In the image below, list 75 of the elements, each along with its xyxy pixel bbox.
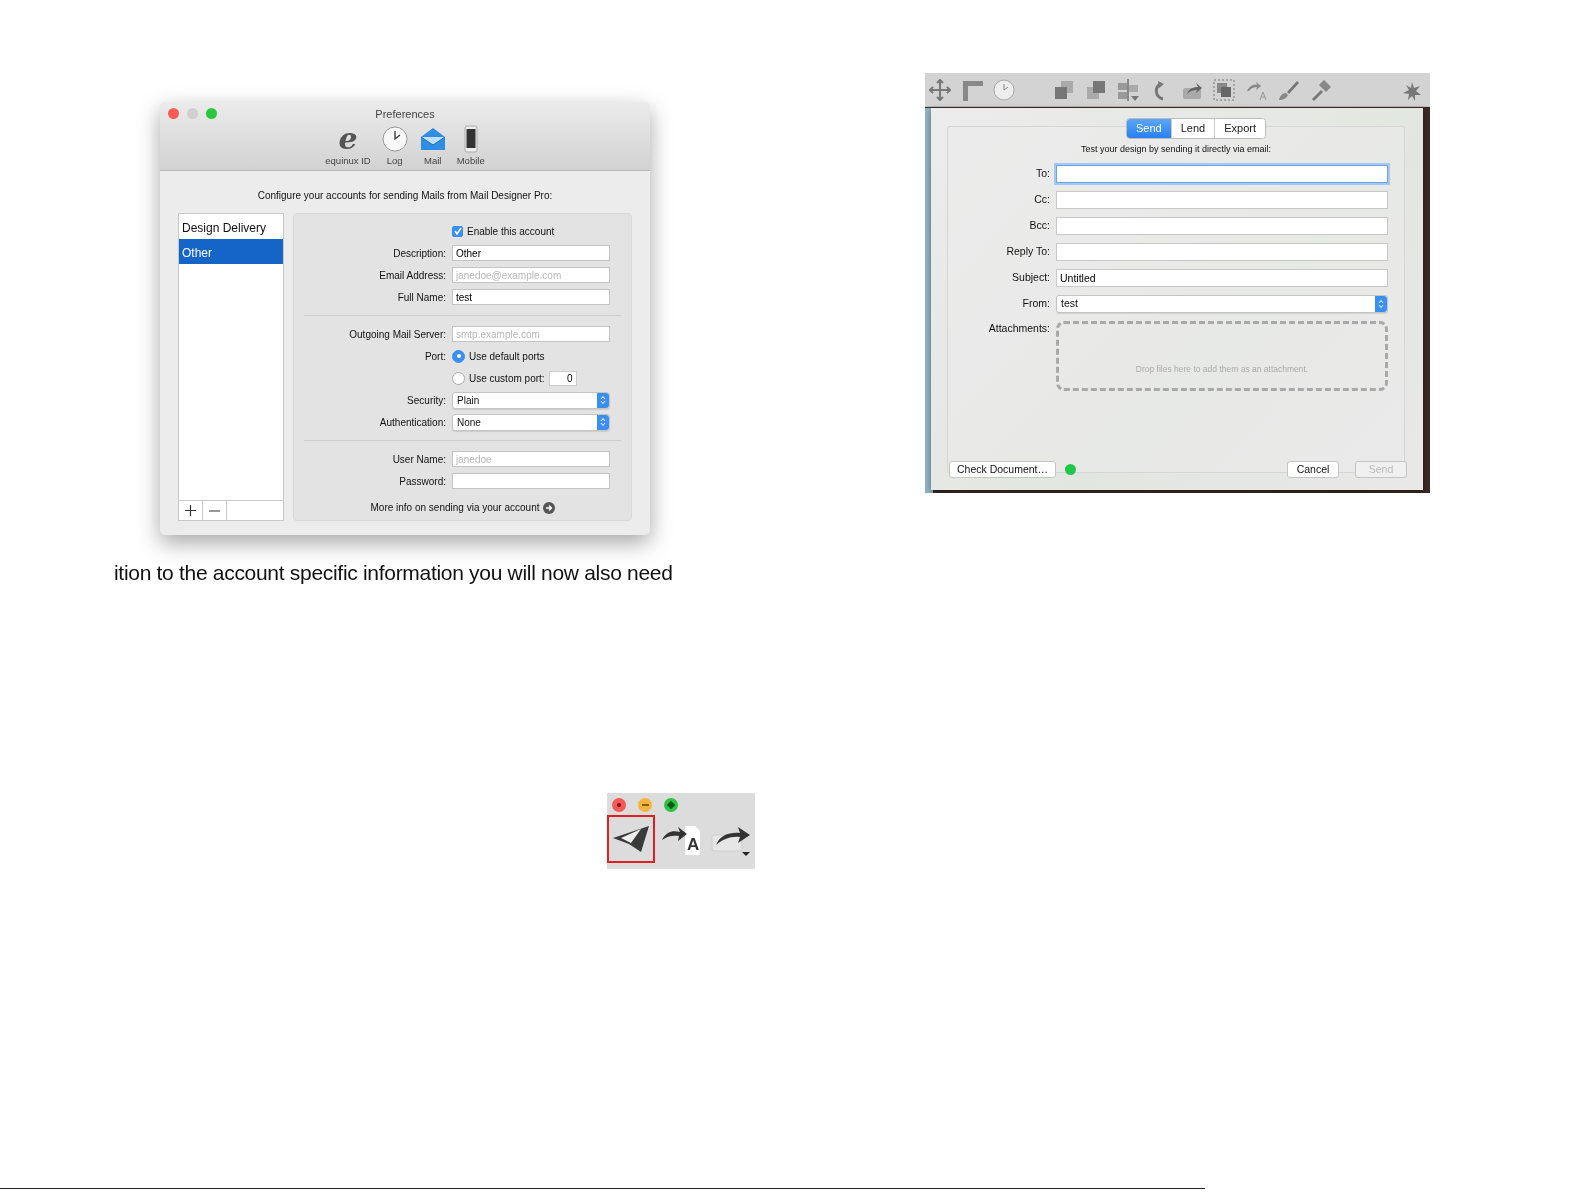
ruler-icon [961, 78, 983, 101]
input-field[interactable]: janedoe@example.com [452, 267, 610, 283]
input-field[interactable] [1056, 190, 1388, 209]
clock-icon [993, 78, 1015, 101]
preferences-tab[interactable]: Log [380, 124, 409, 168]
input-field[interactable] [1056, 164, 1388, 183]
arrow-icon [542, 501, 555, 514]
dropdown[interactable]: None [452, 413, 610, 431]
checkbox-label: Enable this account [467, 224, 555, 239]
radio-label: Use default ports [469, 349, 545, 364]
status-dot [1065, 464, 1077, 475]
field-label: Password: [398, 474, 446, 489]
logo-icon: e [338, 124, 358, 153]
input-field[interactable] [1056, 216, 1388, 235]
input-field[interactable]: smtp.example.com [452, 326, 610, 342]
instruction-text: Test your design by sending it directly via email: [1079, 143, 1273, 156]
align-icon [1117, 78, 1139, 101]
paper-plane-icon [611, 824, 651, 854]
account-item[interactable]: Design Delivery [179, 214, 283, 239]
dropdown[interactable]: test [1056, 294, 1388, 313]
phone-icon [463, 124, 478, 153]
preferences-tab[interactable]: Mail [418, 124, 447, 168]
input-field[interactable] [452, 473, 610, 489]
preferences-tab[interactable]: Mobile [456, 124, 485, 168]
field-label: Security: [406, 393, 446, 408]
field-label: Bcc: [1028, 217, 1050, 233]
field-label: Authentication: [378, 415, 446, 430]
instruction-text: Configure your accounts for sending Mails from Mail Designer Pro: [256, 189, 554, 203]
toolbar-tool[interactable]: A [657, 815, 705, 863]
dialog-button[interactable]: Cancel [1287, 461, 1339, 478]
close-icon[interactable] [612, 798, 626, 812]
radio-label: Use custom port: [469, 371, 545, 386]
port-field[interactable]: 0 [548, 370, 577, 386]
field-label: Description: [392, 246, 446, 261]
plus-icon [185, 505, 196, 516]
toolbar-tool[interactable] [607, 815, 655, 863]
field-label: Outgoing Mail Server: [348, 327, 446, 342]
info-link[interactable]: More info on sending via your account [370, 500, 540, 515]
move-icon [929, 78, 951, 101]
clock-icon [380, 124, 409, 153]
window-title: Preferences [375, 107, 435, 122]
input-field[interactable] [1056, 242, 1388, 261]
dropdown[interactable]: Plain [452, 391, 610, 409]
account-item[interactable]: Other [179, 239, 283, 264]
input-field[interactable]: Untitled [1056, 268, 1388, 287]
field-label: To: [1035, 165, 1050, 181]
stepper-icon [1378, 298, 1384, 309]
minimize-icon[interactable] [638, 798, 652, 812]
field-label: Cc: [1033, 191, 1050, 207]
input-field[interactable]: test [452, 289, 610, 305]
field-label: Port: [423, 349, 446, 364]
field-label: Reply To: [1005, 243, 1050, 259]
preferences-tab[interactable]: e equinux ID [325, 124, 371, 168]
field-label: Attachments: [987, 320, 1050, 336]
check-document-button[interactable]: Check Document… [949, 461, 1057, 478]
zoom-icon[interactable] [664, 798, 678, 812]
input-field[interactable]: Other [452, 245, 610, 261]
brush-icon [1277, 78, 1299, 101]
frame-icon [1213, 78, 1235, 101]
close-icon[interactable] [168, 108, 179, 119]
input-field[interactable]: janedoe [452, 451, 610, 467]
layers-icon [1085, 78, 1107, 101]
field-label: From: [1021, 295, 1050, 311]
field-label: User Name: [391, 452, 446, 467]
radio-button[interactable] [452, 349, 465, 363]
layers-icon [1053, 78, 1075, 101]
stepper-icon [600, 395, 606, 405]
field-label: Email Address: [378, 268, 446, 283]
stepper-icon [600, 417, 606, 427]
body-text: ition to the account specific information you will now also need [114, 560, 673, 586]
radio-button[interactable] [452, 371, 465, 385]
minus-icon [209, 509, 220, 512]
field-label: Full Name: [396, 290, 446, 305]
field-label: Subject: [1011, 269, 1050, 285]
checkbox[interactable] [452, 225, 463, 237]
